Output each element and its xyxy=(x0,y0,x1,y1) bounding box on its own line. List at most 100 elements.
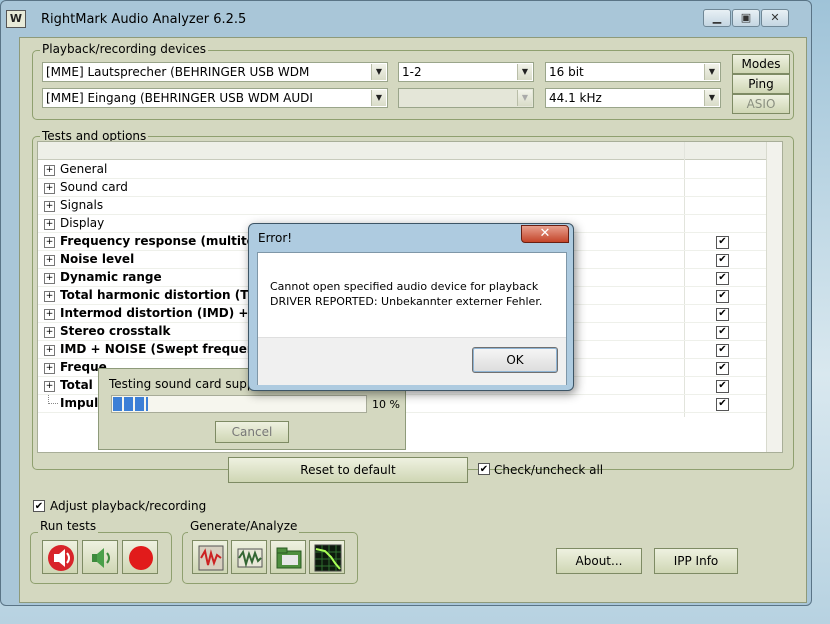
expand-icon[interactable]: + xyxy=(44,219,55,230)
tree-row-checkbox[interactable]: ✔ xyxy=(716,236,729,249)
tree-row-checkbox[interactable]: ✔ xyxy=(716,344,729,357)
playback-device-select[interactable]: [MME] Lautsprecher (BEHRINGER USB WDM ▼ xyxy=(42,62,388,82)
tree-row-label: Total I xyxy=(60,378,102,392)
error-message-line2: DRIVER REPORTED: Unbekannter externer Fe… xyxy=(270,295,543,308)
expand-icon[interactable]: + xyxy=(44,201,55,212)
save-wave-icon xyxy=(198,545,224,571)
waveform-button[interactable] xyxy=(231,540,267,574)
save-wave-button[interactable] xyxy=(192,540,228,574)
recording-device-value: [MME] Eingang (BEHRINGER USB WDM AUDI xyxy=(46,91,313,105)
cancel-button[interactable]: Cancel xyxy=(215,421,289,443)
tree-row-label: Sound card xyxy=(60,180,128,194)
tree-connector xyxy=(48,395,58,404)
waveform-icon xyxy=(237,548,263,568)
expand-icon[interactable]: + xyxy=(44,183,55,194)
playback-device-value: [MME] Lautsprecher (BEHRINGER USB WDM xyxy=(46,65,310,79)
tree-row-label: Dynamic range xyxy=(60,270,162,284)
tree-row-checkbox[interactable]: ✔ xyxy=(716,326,729,339)
progress-percent: 10 % xyxy=(372,398,400,411)
chevron-down-icon: ▼ xyxy=(704,90,719,106)
devices-group xyxy=(32,50,794,120)
tree-row-checkbox[interactable]: ✔ xyxy=(716,362,729,375)
tree-row-checkbox[interactable]: ✔ xyxy=(716,290,729,303)
asio-button[interactable]: ASIO xyxy=(732,94,790,114)
check-all-checkbox[interactable]: ✔ xyxy=(478,463,490,475)
analyze-graph-button[interactable] xyxy=(309,540,345,574)
error-close-button[interactable]: ✕ xyxy=(521,225,569,243)
about-button[interactable]: About... xyxy=(556,548,642,574)
expand-icon[interactable]: + xyxy=(44,363,55,374)
recording-channels-select[interactable]: ▼ xyxy=(398,88,534,108)
expand-icon[interactable]: + xyxy=(44,291,55,302)
tree-row-label: General xyxy=(60,162,108,176)
expand-icon[interactable]: + xyxy=(44,237,55,248)
run-tests-label: Run tests xyxy=(38,519,99,533)
playback-channels-value: 1-2 xyxy=(402,65,422,79)
progress-bar-fill xyxy=(113,397,148,411)
bit-depth-select[interactable]: 16 bit ▼ xyxy=(545,62,721,82)
tree-row-label: IMD + NOISE (Swept frequency xyxy=(60,342,271,356)
recording-device-select[interactable]: [MME] Eingang (BEHRINGER USB WDM AUDI ▼ xyxy=(42,88,388,108)
open-folder-button[interactable] xyxy=(270,540,306,574)
error-dialog-title: Error! xyxy=(258,231,293,245)
tree-row[interactable]: + Sound card xyxy=(38,179,766,197)
tree-row-label: Noise level xyxy=(60,252,135,266)
record-icon xyxy=(129,546,153,570)
minimize-button[interactable]: ▁ xyxy=(703,9,731,27)
expand-icon[interactable]: + xyxy=(44,255,55,266)
title-bar[interactable]: W RightMark Audio Analyzer 6.2.5 ▁ ▣ ✕ xyxy=(1,1,813,37)
expand-icon[interactable]: + xyxy=(44,381,55,392)
maximize-icon: ▣ xyxy=(740,11,752,24)
close-icon: ✕ xyxy=(539,226,551,241)
error-dialog-footer: OK xyxy=(258,337,566,385)
ping-button[interactable]: Ping xyxy=(732,74,790,94)
reset-to-default-button[interactable]: Reset to default xyxy=(228,457,468,483)
sample-rate-value: 44.1 kHz xyxy=(549,91,602,105)
expand-icon[interactable]: + xyxy=(44,273,55,284)
expand-icon[interactable]: + xyxy=(44,345,55,356)
expand-icon[interactable]: + xyxy=(44,309,55,320)
expand-icon[interactable]: + xyxy=(44,327,55,338)
generate-label: Generate/Analyze xyxy=(188,519,300,533)
chevron-down-icon: ▼ xyxy=(371,64,386,80)
playback-channels-select[interactable]: 1-2 ▼ xyxy=(398,62,534,82)
chevron-down-icon: ▼ xyxy=(517,64,532,80)
bit-depth-value: 16 bit xyxy=(549,65,584,79)
modes-button[interactable]: Modes xyxy=(732,54,790,74)
tree-row-checkbox[interactable]: ✔ xyxy=(716,380,729,393)
tree-row-checkbox[interactable]: ✔ xyxy=(716,398,729,411)
adjust-checkbox[interactable]: ✔ xyxy=(33,500,45,512)
tree-row-label: Total harmonic distortion (THD xyxy=(60,288,269,302)
tree-row-checkbox[interactable]: ✔ xyxy=(716,272,729,285)
speaker-red-icon xyxy=(48,545,74,571)
speaker-green-icon xyxy=(92,548,110,568)
error-message-line1: Cannot open specified audio device for p… xyxy=(270,280,539,293)
expand-icon[interactable]: + xyxy=(44,165,55,176)
graph-icon xyxy=(314,544,342,572)
tree-row-checkbox[interactable]: ✔ xyxy=(716,308,729,321)
progress-bar xyxy=(111,395,367,413)
tree-row-label: Intermod distortion (IMD) + No xyxy=(60,306,271,320)
tree-row-label: Signals xyxy=(60,198,104,212)
run-test-speaker-button[interactable] xyxy=(42,540,78,574)
maximize-button[interactable]: ▣ xyxy=(732,9,760,27)
error-dialog-body: Cannot open specified audio device for p… xyxy=(257,252,567,385)
tree-row[interactable]: + General xyxy=(38,161,766,179)
record-button[interactable] xyxy=(122,540,158,574)
ok-button[interactable]: OK xyxy=(472,347,558,373)
sample-rate-select[interactable]: 44.1 kHz ▼ xyxy=(545,88,721,108)
tree-row[interactable]: + Signals xyxy=(38,197,766,215)
tree-row-checkbox[interactable]: ✔ xyxy=(716,254,729,267)
chevron-down-icon: ▼ xyxy=(371,90,386,106)
window-title: RightMark Audio Analyzer 6.2.5 xyxy=(41,12,247,27)
close-button[interactable]: ✕ xyxy=(761,9,789,27)
tree-header xyxy=(38,142,766,160)
run-test-speaker-green-button[interactable] xyxy=(82,540,118,574)
app-icon: W xyxy=(6,10,26,28)
check-all-label: Check/uncheck all xyxy=(494,463,604,477)
chevron-down-icon: ▼ xyxy=(704,64,719,80)
tree-scrollbar[interactable] xyxy=(766,142,782,452)
ipp-info-button[interactable]: IPP Info xyxy=(654,548,738,574)
devices-group-label: Playback/recording devices xyxy=(40,42,208,56)
minimize-icon: ▁ xyxy=(712,11,722,24)
